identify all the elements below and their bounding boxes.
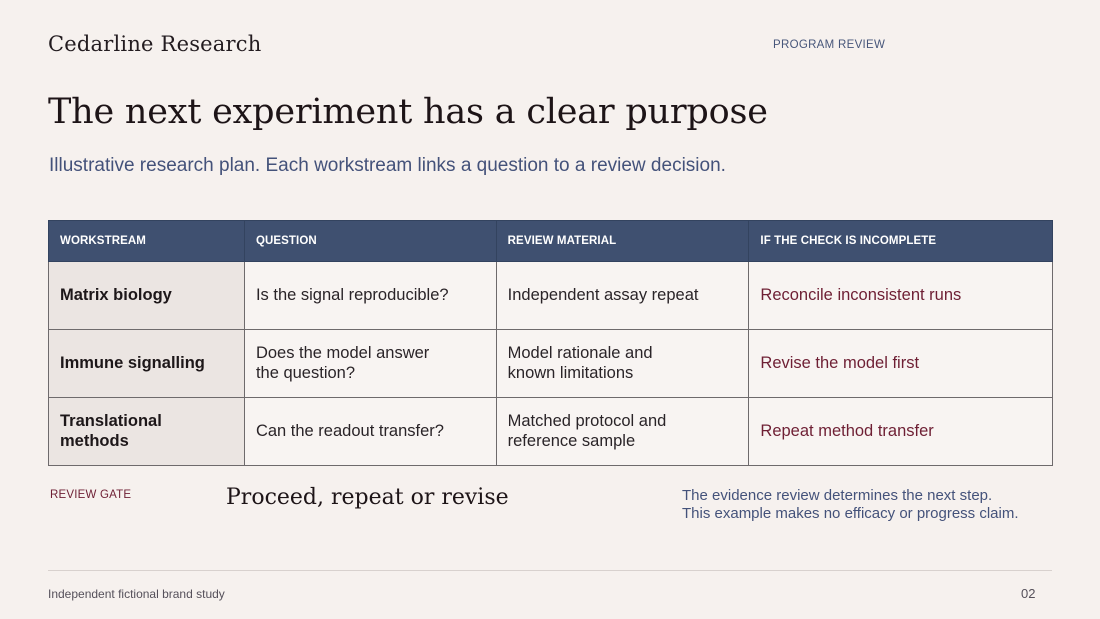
column-header-question: QUESTION (243, 220, 497, 262)
table-row: Matrix biology Is the signal reproducibl… (48, 261, 1053, 330)
review-gate-label: REVIEW GATE (50, 489, 132, 501)
question-cell: Is the signal reproducible? (243, 261, 497, 330)
review-material-cell: Model rationale and known limitations (495, 329, 750, 398)
review-gate-note-line: This example makes no efficacy or progre… (682, 505, 1019, 522)
question-cell: Can the readout transfer? (243, 397, 497, 466)
brand-name: Cedarline Research (48, 32, 262, 56)
if-incomplete-cell: Reconcile inconsistent runs (748, 261, 1053, 330)
column-header-workstream: WORKSTREAM (48, 220, 245, 262)
workstream-cell: Matrix biology (48, 261, 245, 330)
column-header-review-material: REVIEW MATERIAL (495, 220, 750, 262)
review-material-cell: Matched protocol and reference sample (495, 397, 750, 466)
research-plan-table: WORKSTREAM QUESTION REVIEW MATERIAL IF T… (48, 220, 1053, 466)
if-incomplete-cell: Repeat method transfer (748, 397, 1053, 466)
slide-title: The next experiment has a clear purpose (48, 92, 768, 132)
slide-subtitle: Illustrative research plan. Each workstr… (49, 155, 726, 176)
table-row: Translational methods Can the readout tr… (48, 397, 1053, 466)
column-header-if-incomplete: IF THE CHECK IS INCOMPLETE (748, 220, 1053, 262)
review-gate-note-line: The evidence review determines the next … (682, 487, 993, 504)
review-material-cell: Independent assay repeat (495, 261, 750, 330)
footer-divider (48, 570, 1052, 571)
question-cell: Does the model answer the question? (243, 329, 497, 398)
table-row: Immune signalling Does the model answer … (48, 329, 1053, 398)
page-number: 02 (1021, 586, 1036, 601)
workstream-cell: Translational methods (48, 397, 245, 466)
if-incomplete-cell: Revise the model first (748, 329, 1053, 398)
review-gate-decision: Proceed, repeat or revise (226, 485, 509, 510)
workstream-cell: Immune signalling (48, 329, 245, 398)
footer-note: Independent fictional brand study (48, 587, 225, 601)
table-header-row: WORKSTREAM QUESTION REVIEW MATERIAL IF T… (48, 220, 1053, 262)
section-label: PROGRAM REVIEW (773, 39, 886, 51)
review-gate-note: The evidence review determines the next … (682, 487, 1019, 523)
